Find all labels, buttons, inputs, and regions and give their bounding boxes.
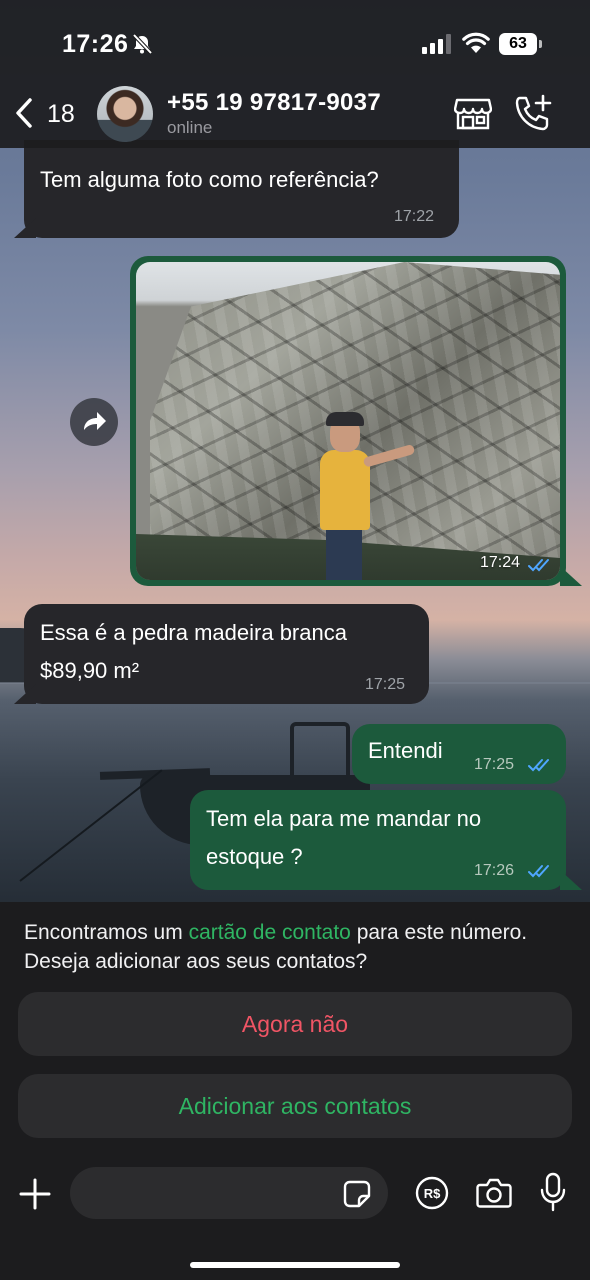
contact-card-notice: Encontramos um cartão de contato para es… bbox=[24, 918, 569, 976]
message-text-line: Essa é a pedra madeira branca bbox=[40, 620, 347, 645]
message-text: Tem alguma foto como referência? bbox=[40, 167, 379, 192]
avatar[interactable] bbox=[97, 86, 153, 142]
camera-icon[interactable] bbox=[476, 1177, 512, 1209]
read-receipt-icon bbox=[528, 559, 549, 572]
battery-indicator: 63 bbox=[499, 33, 542, 55]
message-bubble-incoming[interactable]: Tem alguma foto como referência? 17:22 bbox=[24, 140, 459, 238]
storefront-icon[interactable] bbox=[454, 96, 492, 130]
add-call-icon[interactable] bbox=[514, 94, 552, 132]
forward-button[interactable] bbox=[70, 398, 118, 446]
message-text-line: Tem ela para me mandar no bbox=[206, 806, 482, 831]
message-text-line: estoque ? bbox=[206, 844, 303, 869]
read-receipt-icon bbox=[528, 759, 549, 772]
message-bubble-incoming[interactable]: Essa é a pedra madeira branca $89,90 m² … bbox=[24, 604, 429, 704]
dismiss-button[interactable]: Agora não bbox=[18, 992, 572, 1056]
wallpaper-boat-cabin bbox=[290, 722, 350, 777]
message-bubble-outgoing[interactable]: Tem ela para me mandar no estoque ? 17:2… bbox=[190, 790, 566, 890]
message-time: 17:26 bbox=[474, 862, 515, 879]
bell-muted-icon bbox=[132, 33, 153, 55]
message-time: 17:24 bbox=[480, 554, 521, 571]
add-to-contacts-button[interactable]: Adicionar aos contatos bbox=[18, 1074, 572, 1138]
message-input[interactable] bbox=[70, 1167, 388, 1219]
message-time: 17:22 bbox=[394, 208, 435, 225]
photo-person-cap bbox=[326, 412, 364, 426]
status-bar: 17:26 63 bbox=[0, 0, 590, 82]
wifi-icon bbox=[462, 32, 490, 53]
contact-card-link[interactable]: cartão de contato bbox=[189, 921, 351, 944]
message-photo-outgoing[interactable]: 17:24 bbox=[130, 256, 566, 586]
notice-text: Encontramos um bbox=[24, 921, 189, 944]
plus-icon[interactable] bbox=[18, 1177, 52, 1211]
back-unread-count[interactable]: 18 bbox=[47, 100, 75, 129]
home-indicator bbox=[190, 1262, 400, 1268]
stone-wall-photo[interactable]: 17:24 bbox=[136, 262, 560, 580]
microphone-icon[interactable] bbox=[540, 1172, 566, 1212]
photo-person-legs bbox=[326, 528, 362, 580]
contact-name[interactable]: +55 19 97817-9037 bbox=[167, 89, 381, 117]
forward-icon bbox=[84, 412, 106, 430]
sticker-icon[interactable] bbox=[342, 1179, 372, 1209]
message-time: 17:25 bbox=[474, 756, 515, 773]
message-text: Entendi bbox=[368, 738, 443, 763]
message-text-line: $89,90 m² bbox=[40, 658, 140, 683]
message-bubble-outgoing[interactable]: Entendi 17:25 bbox=[352, 724, 566, 784]
message-time: 17:25 bbox=[365, 676, 406, 693]
cellular-signal-icon bbox=[422, 34, 451, 54]
photo-person-shirt bbox=[320, 450, 370, 530]
chevron-left-icon[interactable] bbox=[14, 97, 34, 129]
status-time: 17:26 bbox=[62, 30, 129, 58]
read-receipt-icon bbox=[528, 865, 549, 878]
svg-text:R$: R$ bbox=[424, 1186, 441, 1201]
contact-status: online bbox=[167, 118, 213, 137]
pix-payment-icon[interactable]: R$ bbox=[415, 1176, 449, 1210]
